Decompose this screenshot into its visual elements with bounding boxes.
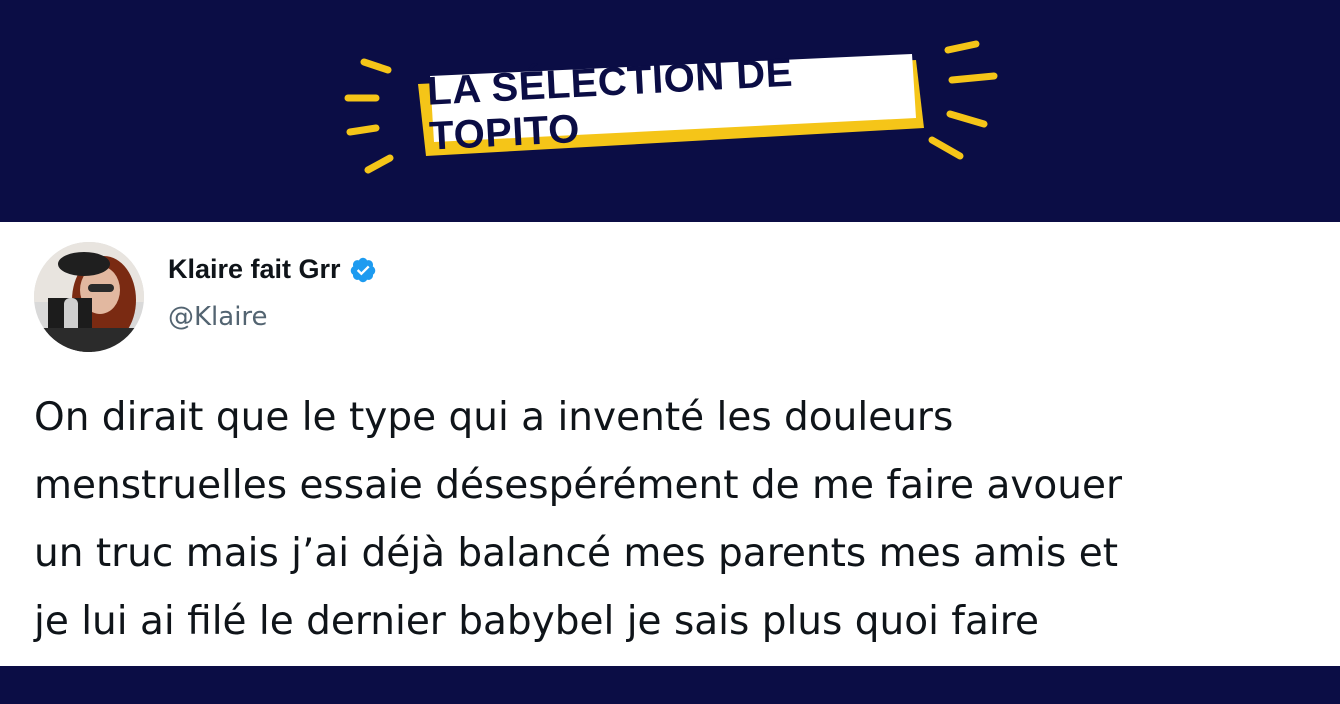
left-burst-icon — [344, 58, 394, 174]
banner-title: LA SÉLECTION DE TOPITO — [425, 50, 794, 159]
burst-ray — [948, 72, 998, 84]
topito-banner: LA SÉLECTION DE TOPITO — [0, 0, 1340, 222]
burst-ray — [944, 40, 980, 54]
author-display-name[interactable]: Klaire fait Grr — [168, 254, 341, 285]
tweet-text-line: je lui ai filé le dernier babybel je sai… — [34, 599, 1039, 644]
footer-bar — [0, 666, 1340, 704]
tweet-text-line: un truc mais j’ai déjà balancé mes paren… — [34, 531, 1119, 576]
verified-badge-icon — [350, 257, 375, 282]
burst-ray — [346, 124, 380, 136]
burst-ray — [364, 154, 394, 174]
tweet-text-line: On dirait que le type qui a inventé les … — [34, 395, 954, 440]
burst-ray — [946, 110, 988, 128]
author-handle[interactable]: @Klaire — [168, 302, 268, 332]
burst-ray — [360, 58, 392, 74]
burst-ray — [928, 136, 964, 160]
avatar-photo-icon — [34, 242, 144, 352]
tweet-text-line: menstruelles essaie désespérément de me … — [34, 463, 1123, 508]
tweet-body: On dirait que le type qui a inventé les … — [34, 384, 1324, 656]
right-burst-icon — [928, 40, 998, 160]
author-name-row[interactable]: Klaire fait Grr — [168, 254, 377, 285]
avatar[interactable] — [34, 242, 144, 352]
